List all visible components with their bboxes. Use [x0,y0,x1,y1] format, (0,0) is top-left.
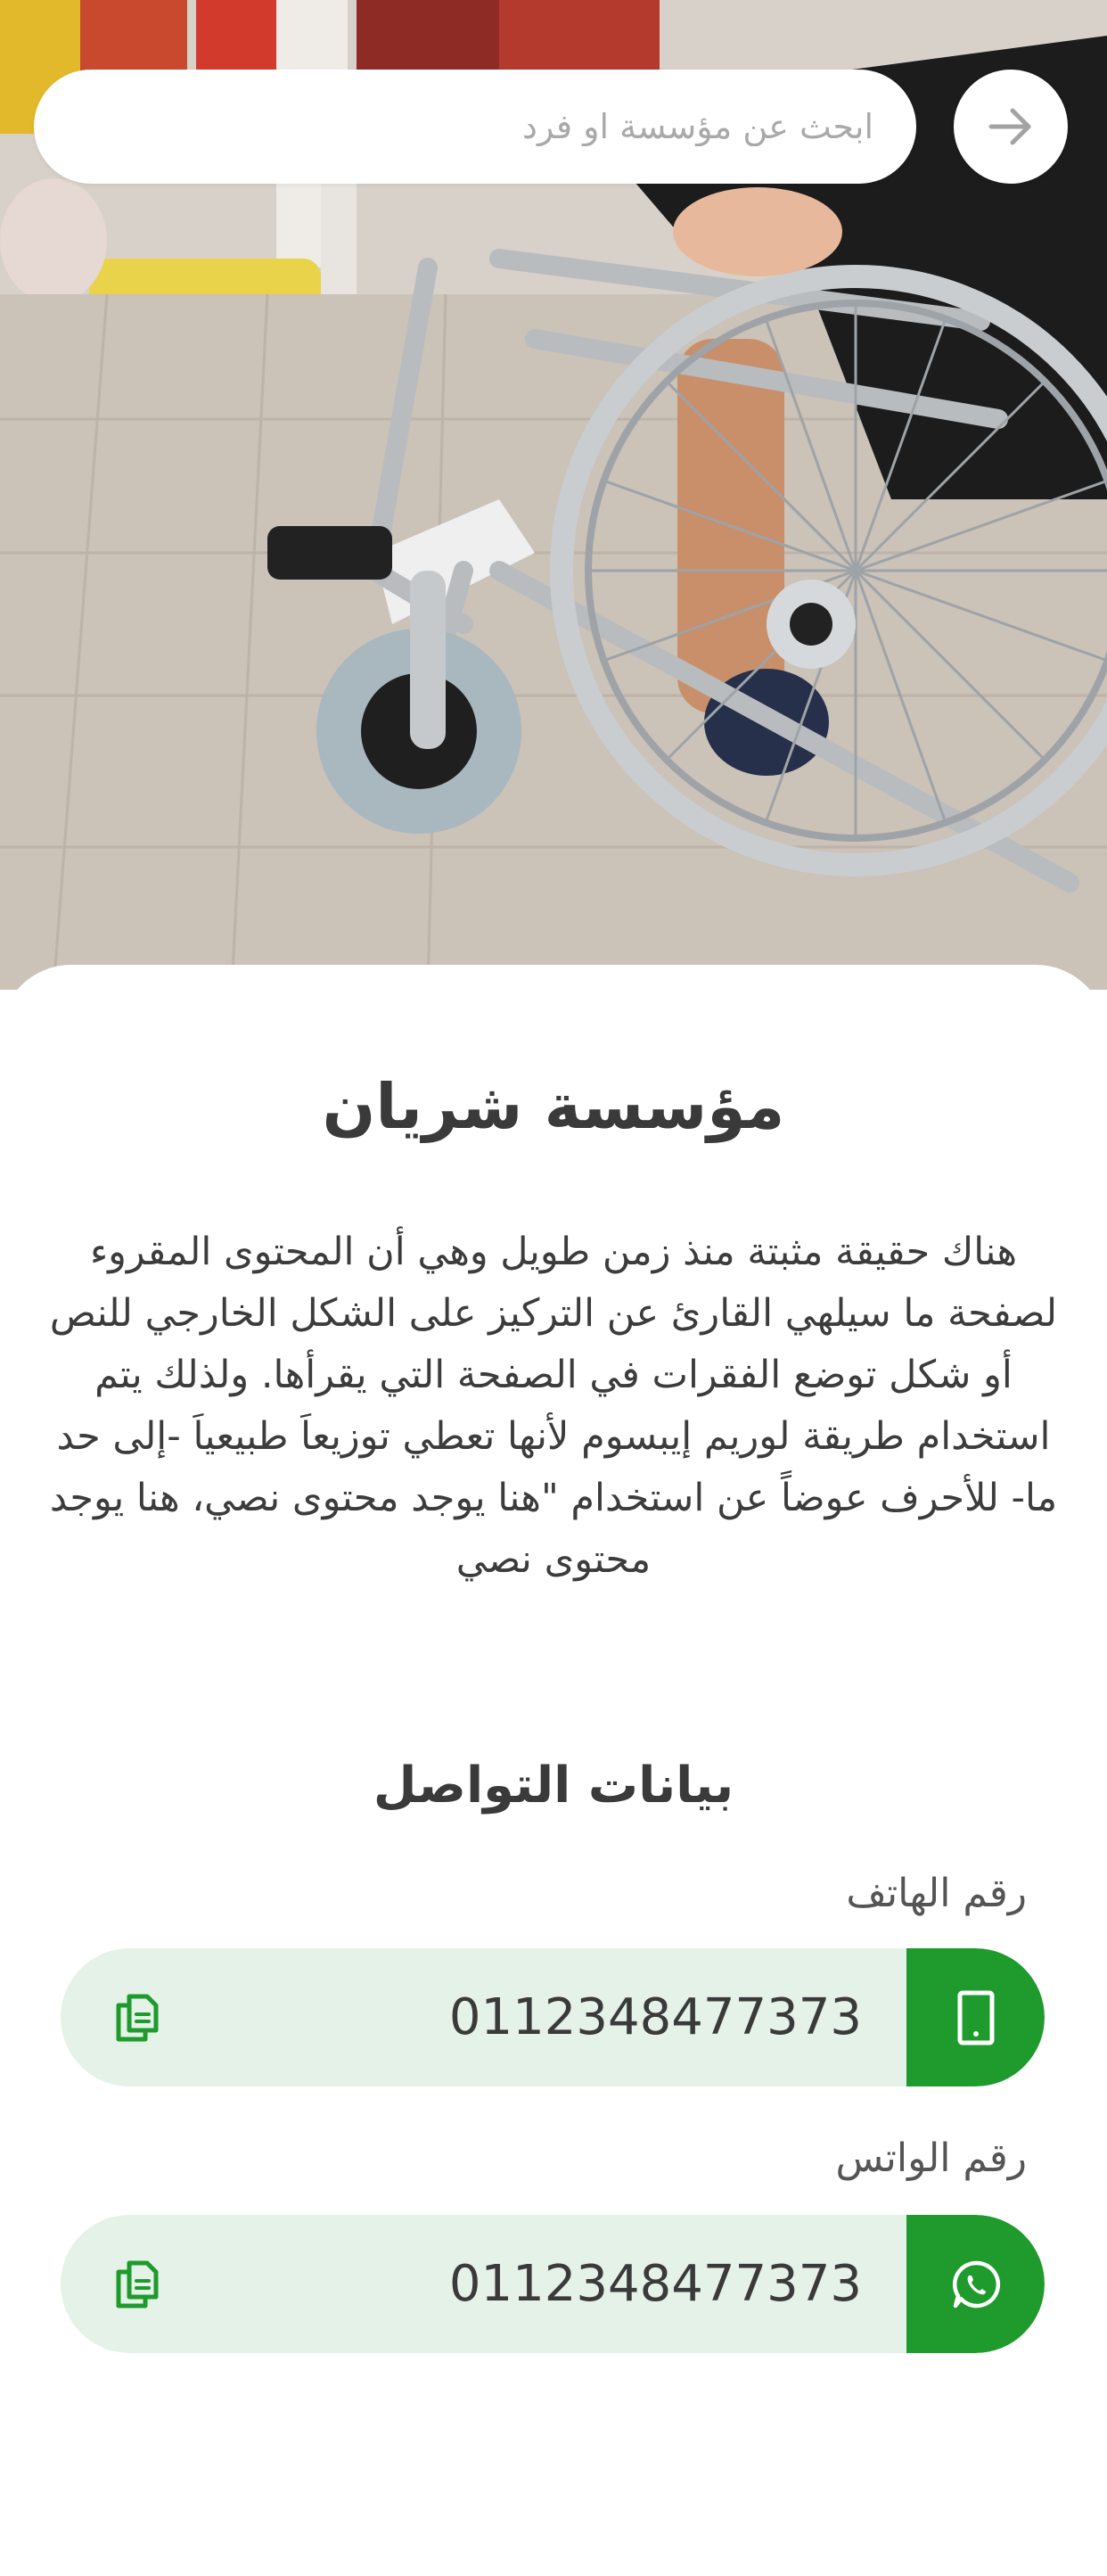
phone-number: 0112348477373 [448,1988,862,2046]
whatsapp-number: 0112348477373 [448,2255,862,2313]
arrow-right-icon [988,108,1031,145]
organization-name: مؤسسة شريان [322,1070,785,1143]
back-button[interactable] [954,70,1068,184]
organization-profile-page: مؤسسة شريان هناك حقيقة مثبتة منذ زمن طوي… [0,0,1107,2576]
copy-whatsapp-button[interactable] [105,2215,168,2353]
organization-description: هناك حقيقة مثبتة منذ زمن طويل وهي أن الم… [49,1230,1058,1582]
whatsapp-icon-box [906,2215,1045,2353]
whatsapp-row: 0112348477373 [61,2215,1045,2353]
copy-icon [116,2260,159,2308]
copy-icon [116,1994,159,2041]
whatsapp-label: رقم الواتس [835,2136,1027,2181]
contact-section-title: بيانات التواصل [373,1757,734,1815]
phone-icon-box [906,1948,1045,2086]
copy-phone-button[interactable] [105,1948,168,2086]
smartphone-icon [957,1990,994,2045]
phone-label: رقم الهاتف [846,1871,1027,1916]
search-bar [34,70,916,184]
whatsapp-icon [952,2260,1000,2308]
phone-row: 0112348477373 [61,1948,1045,2086]
search-input[interactable] [77,70,873,184]
